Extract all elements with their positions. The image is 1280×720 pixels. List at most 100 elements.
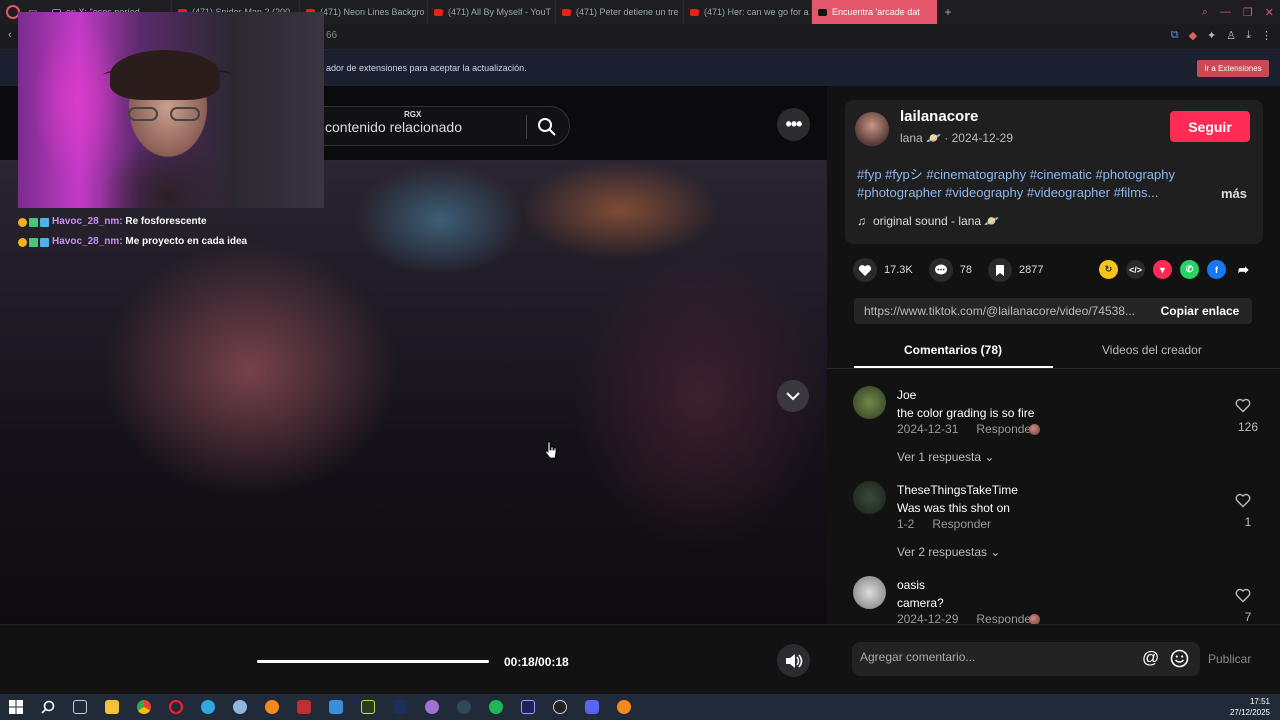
comment-text: the color grading is so fire [897,406,1035,420]
pycharm-icon[interactable] [352,694,384,720]
comment-count: 78 [959,264,972,276]
comment-input-box[interactable]: @ [852,642,1200,676]
chrome-icon[interactable] [128,694,160,720]
view-replies-button[interactable]: Ver 1 respuesta ⌄ [897,450,994,464]
heart-icon[interactable] [853,258,877,282]
save-action[interactable]: 2877 [988,258,1043,282]
tab-4[interactable]: (471) Peter detiene un tre [556,0,684,24]
tab-comments[interactable]: Comentarios (78) [904,343,1002,357]
view-replies-button[interactable]: Ver 2 respuestas ⌄ [897,545,1000,559]
search-tabs-icon[interactable]: ⌕ [1202,6,1208,19]
repost-icon[interactable]: ↻ [1099,260,1118,279]
taskview-icon[interactable] [64,694,96,720]
avatar[interactable] [853,481,886,514]
sound-link[interactable]: ♫ original sound - lana 🪐 [857,214,999,228]
opera-icon[interactable] [160,694,192,720]
heart-outline-icon[interactable] [1235,493,1251,508]
vegas-icon[interactable] [384,694,416,720]
comment-username[interactable]: Joe [897,388,916,402]
send-icon[interactable]: ▼ [1153,260,1172,279]
go-to-extensions-button[interactable]: Ir a Extensiones [1197,60,1269,77]
tab-3[interactable]: (471) All By Myself - YouT [428,0,556,24]
puzzle-icon[interactable]: ✦ [1207,29,1216,42]
video-link[interactable]: https://www.tiktok.com/@lailanacore/vide… [864,304,1135,318]
obs-icon[interactable] [544,694,576,720]
maximize-icon[interactable]: ❐ [1243,6,1253,19]
comment-username[interactable]: oasis [897,578,925,592]
translate-icon[interactable]: ⧉ [1171,29,1179,42]
app-icon[interactable] [224,694,256,720]
tab-creator-videos[interactable]: Videos del creador [1102,343,1202,357]
heart-outline-icon[interactable] [1235,398,1251,413]
comment-text: camera? [897,596,944,610]
whatsapp-icon[interactable]: ✆ [1180,260,1199,279]
davinci-icon[interactable] [448,694,480,720]
close-icon[interactable]: ✕ [1265,6,1274,19]
related-search-bar[interactable]: contenido relacionado [300,106,570,146]
heart-outline-icon[interactable] [1235,588,1251,603]
app-icon[interactable] [416,694,448,720]
spotify-icon[interactable] [480,694,512,720]
embed-icon[interactable]: </> [1126,260,1145,279]
app-icon[interactable] [256,694,288,720]
system-clock[interactable]: 17:51 27/12/2025 [1230,696,1270,718]
menu-icon[interactable]: ⋮ [1261,29,1272,42]
post-button[interactable]: Publicar [1208,652,1251,666]
comment-date: 2024-12-31 [897,422,959,436]
minimize-icon[interactable]: — [1220,6,1231,18]
bookmark-icon[interactable] [988,258,1012,282]
copy-link-button[interactable]: Copiar enlace [1148,298,1252,324]
follow-button[interactable]: Seguir [1170,111,1250,142]
facebook-icon[interactable]: f [1207,260,1226,279]
search-icon[interactable] [537,117,557,137]
more-link[interactable]: más [1221,186,1247,201]
new-tab-button[interactable]: + [938,5,958,19]
file-explorer-icon[interactable] [96,694,128,720]
creator-username[interactable]: lailanacore [900,108,978,125]
comment-date: 1-2 [897,517,915,531]
avatar[interactable] [853,386,886,419]
comment-action[interactable]: 78 [928,258,972,282]
download-icon[interactable]: ⤓ [1246,29,1251,42]
comment-input[interactable] [860,650,1130,664]
reply-button[interactable]: Responder [976,422,1035,436]
progress-bar[interactable] [257,660,489,663]
edge-icon[interactable] [192,694,224,720]
tab-6-active[interactable]: Encuentra 'arcade dat [812,0,938,24]
badge-icon [40,237,49,247]
url-text[interactable]: 66 [326,30,337,41]
sound-name: original sound - lana 🪐 [873,214,1000,228]
reply-button[interactable]: Responder [932,517,991,531]
avatar[interactable] [853,576,886,609]
extension-icon[interactable]: ◆ [1189,29,1197,42]
hashtags[interactable]: #fyp #fypシ #cinematography #cinematic #p… [857,166,1202,202]
volume-button[interactable] [777,644,810,677]
app-icon[interactable] [288,694,320,720]
avatar[interactable] [855,112,889,146]
next-video-button[interactable] [777,380,809,412]
share-arrow-icon[interactable]: ➦ [1234,260,1253,279]
app-icon[interactable] [608,694,640,720]
comment-icon[interactable] [928,258,953,282]
view-replies-label: Ver 2 respuestas [897,545,988,559]
search-text[interactable]: contenido relacionado [325,119,462,135]
reply-button[interactable]: Responder [976,612,1035,624]
hair [110,50,220,100]
tab-label: (471) Neon Lines Backgro [320,7,425,17]
like-action[interactable]: 17.3K [853,258,913,282]
tiktok-icon [818,8,827,16]
photos-icon[interactable] [320,694,352,720]
mention-icon[interactable]: @ [1142,648,1159,668]
chat-username: Havoc_28_nm: [52,236,123,247]
back-icon[interactable]: ‹ [8,29,12,41]
more-options-button[interactable]: ••• [777,108,810,141]
profile-icon[interactable]: ♙ [1226,29,1236,42]
search-icon[interactable] [32,694,64,720]
tab-label: (471) Her: can we go for a [704,7,809,17]
discord-icon[interactable] [576,694,608,720]
start-icon[interactable] [0,694,32,720]
comment-username[interactable]: TheseThingsTakeTime [897,483,1018,497]
after-effects-icon[interactable] [512,694,544,720]
tab-5[interactable]: (471) Her: can we go for a [684,0,812,24]
emoji-icon[interactable] [1170,649,1189,668]
